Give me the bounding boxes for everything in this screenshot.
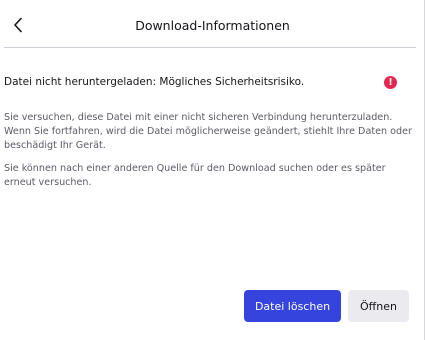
warning-description: Sie versuchen, diese Datei mit einer nic… — [4, 112, 412, 152]
warning-heading: Datei nicht heruntergeladen: Mögliches S… — [4, 76, 305, 88]
header-divider — [4, 47, 416, 48]
delete-file-button[interactable]: Datei löschen — [244, 290, 341, 322]
error-icon-glyph: ! — [388, 76, 393, 88]
panel-header: Download-Informationen — [0, 0, 425, 48]
open-file-button[interactable]: Öffnen — [348, 290, 409, 322]
warning-suggestion: Sie können nach einer anderen Quelle für… — [4, 163, 386, 189]
page-title: Download-Informationen — [135, 18, 290, 33]
warning-section: Datei nicht heruntergeladen: Mögliches S… — [4, 74, 402, 90]
error-icon: ! — [384, 76, 397, 89]
